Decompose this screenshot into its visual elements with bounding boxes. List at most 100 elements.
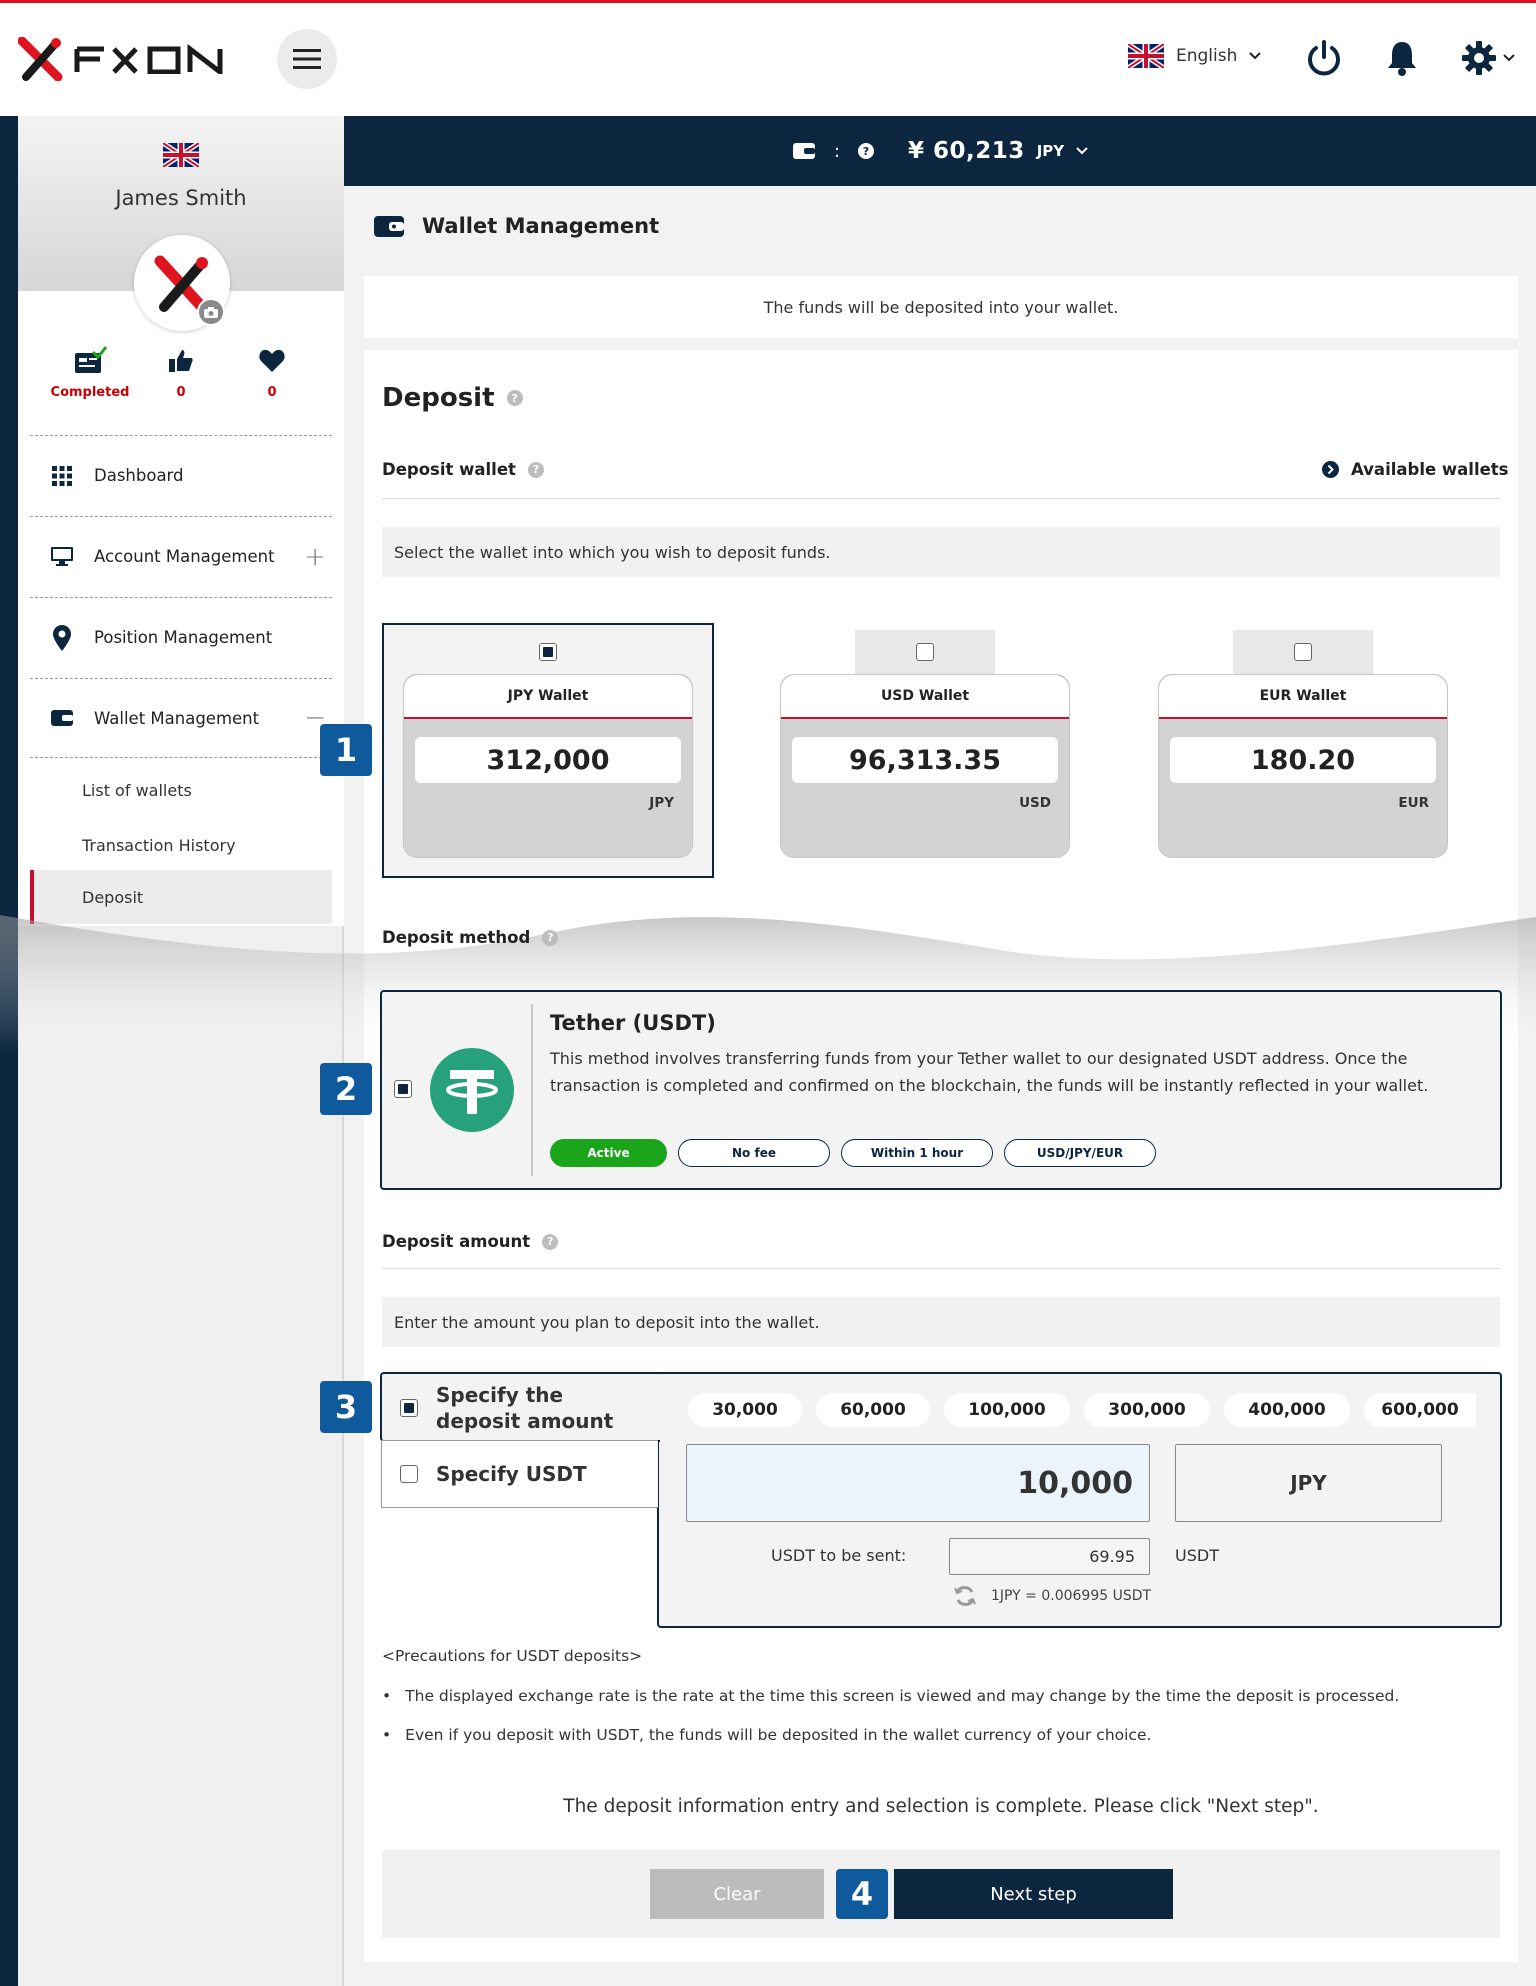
stat-favorites[interactable]: 0 xyxy=(217,345,327,400)
camera-icon[interactable] xyxy=(197,298,225,326)
deposit-amount-header: Deposit amount ? xyxy=(382,1232,1500,1251)
fxon-logo-wordmark xyxy=(74,44,223,74)
help-icon[interactable]: ? xyxy=(542,929,559,946)
precaution-text: Even if you deposit with USDT, the funds… xyxy=(405,1726,1152,1744)
hint-text: Enter the amount you plan to deposit int… xyxy=(394,1312,820,1332)
wallet-checkbox[interactable] xyxy=(916,643,934,661)
wallet-currency: EUR xyxy=(1398,795,1429,811)
deposit-amount-input[interactable]: 10,000 xyxy=(686,1444,1150,1522)
preset-amount-chip[interactable]: 600,000 xyxy=(1364,1393,1476,1427)
precautions-title: <Precautions for USDT deposits> xyxy=(382,1647,643,1665)
wallet-option-eur[interactable] xyxy=(1233,630,1373,674)
user-name: James Smith xyxy=(115,186,247,210)
currency-badge: USD/JPY/EUR xyxy=(1004,1139,1156,1167)
clear-button[interactable]: Clear xyxy=(650,1869,824,1919)
settings-button[interactable] xyxy=(1456,36,1520,80)
stat-label: Completed xyxy=(50,385,130,400)
option-checkbox[interactable] xyxy=(400,1399,418,1417)
menu-icon xyxy=(293,49,321,69)
option-specify-amount[interactable]: Specify the deposit amount xyxy=(400,1382,613,1434)
wallet-name: USD Wallet xyxy=(781,675,1069,719)
stat-value: 0 xyxy=(267,385,277,400)
divider xyxy=(382,1268,1500,1269)
wallet-card-jpy[interactable]: JPY Wallet 312,000 JPY xyxy=(403,674,693,858)
sidebar-subitem-list-of-wallets[interactable]: List of wallets xyxy=(30,765,332,815)
chevron-right-circle-icon xyxy=(1322,461,1339,478)
wallet-card-usd[interactable]: USD Wallet 96,313.35 USD xyxy=(780,674,1070,858)
bullet: • xyxy=(382,1726,392,1744)
wallet-hint: Select the wallet into which you wish to… xyxy=(382,527,1500,577)
deposit-method-header: Deposit method ? xyxy=(382,928,1500,947)
sidebar-subitem-transaction-history[interactable]: Transaction History xyxy=(30,820,332,870)
tether-logo-icon xyxy=(430,1048,514,1136)
sidebar-item-wallet-management[interactable]: Wallet Management − xyxy=(30,678,332,758)
wallet-icon xyxy=(48,709,76,727)
wallet-currency: USD xyxy=(1019,795,1051,811)
language-selector[interactable]: English xyxy=(1128,44,1262,68)
sidebar-subitem-label: Deposit xyxy=(82,887,144,907)
help-icon[interactable]: ? xyxy=(857,143,874,159)
option-label: Specify the deposit amount xyxy=(436,1382,613,1434)
preset-amount-chip[interactable]: 400,000 xyxy=(1224,1393,1350,1427)
wallet-balance: 96,313.35 xyxy=(792,737,1058,783)
power-button[interactable] xyxy=(1302,36,1346,80)
wallet-option-usd[interactable] xyxy=(855,630,995,674)
preset-amount-chip[interactable]: 300,000 xyxy=(1084,1393,1210,1427)
sidebar-item-position-management[interactable]: Position Management xyxy=(30,597,332,677)
sidebar-item-label: Position Management xyxy=(94,628,273,647)
precaution-item: • The displayed exchange rate is the rate… xyxy=(382,1687,1399,1705)
grid-icon xyxy=(48,465,76,486)
help-icon[interactable]: ? xyxy=(527,461,544,478)
preset-amount-chip[interactable]: 30,000 xyxy=(688,1393,802,1427)
expand-icon[interactable]: + xyxy=(304,542,326,572)
sidebar-subitem-label: Transaction History xyxy=(82,835,236,855)
wallet-balance: 180.20 xyxy=(1170,737,1436,783)
wallet-name: JPY Wallet xyxy=(404,675,692,719)
wallet-checkbox[interactable] xyxy=(539,643,557,661)
help-icon[interactable]: ? xyxy=(506,390,523,406)
exchange-rate: 1JPY = 0.006995 USDT xyxy=(953,1584,1151,1608)
usdt-amount-field: 69.95 xyxy=(949,1538,1150,1575)
preset-amount-chip[interactable]: 100,000 xyxy=(944,1393,1070,1427)
option-specify-usdt[interactable]: Specify USDT xyxy=(400,1462,587,1486)
sidebar-item-account-management[interactable]: Account Management + xyxy=(30,516,332,596)
page-title: Wallet Management xyxy=(374,214,659,238)
method-title: Tether (USDT) xyxy=(550,1011,716,1035)
divider xyxy=(531,1004,533,1176)
chevron-down-icon[interactable] xyxy=(1076,147,1088,155)
wallet-checkbox-area xyxy=(1233,630,1373,674)
section-label: Deposit method xyxy=(382,928,531,947)
step-marker: 2 xyxy=(320,1063,372,1115)
info-banner: The funds will be deposited into your wa… xyxy=(364,276,1518,338)
balance-currency[interactable]: JPY xyxy=(1037,142,1064,160)
method-checkbox[interactable] xyxy=(394,1080,412,1098)
deposit-currency-field: JPY xyxy=(1175,1444,1442,1522)
banner-separator: : xyxy=(833,140,840,162)
preset-amount-chip[interactable]: 60,000 xyxy=(816,1393,930,1427)
refresh-icon[interactable] xyxy=(953,1584,977,1608)
sidebar-subitem-deposit[interactable]: Deposit xyxy=(30,870,332,924)
notifications-button[interactable] xyxy=(1380,36,1424,80)
uk-flag-icon xyxy=(1128,44,1164,68)
wallet-option-jpy[interactable] xyxy=(478,630,618,674)
wallet-card-eur[interactable]: EUR Wallet 180.20 EUR xyxy=(1158,674,1448,858)
wallet-checkbox[interactable] xyxy=(1294,643,1312,661)
help-icon[interactable]: ? xyxy=(542,1233,559,1250)
rate-text: 1JPY = 0.006995 USDT xyxy=(991,1588,1152,1604)
available-wallets-link[interactable]: Available wallets xyxy=(1322,460,1509,479)
option-label: Specify USDT xyxy=(436,1462,587,1486)
wallet-checkbox-area xyxy=(478,630,618,674)
amount-hint: Enter the amount you plan to deposit int… xyxy=(382,1297,1500,1347)
time-badge: Within 1 hour xyxy=(841,1139,993,1167)
info-text: The funds will be deposited into your wa… xyxy=(763,297,1119,317)
fxon-logo[interactable] xyxy=(18,36,224,82)
menu-button[interactable] xyxy=(277,29,337,89)
next-step-button[interactable]: Next step xyxy=(894,1869,1173,1919)
uk-flag-icon xyxy=(161,140,201,171)
precaution-text: The displayed exchange rate is the rate … xyxy=(405,1687,1400,1705)
sidebar-edge xyxy=(0,116,18,1986)
option-checkbox[interactable] xyxy=(400,1465,418,1483)
fee-badge: No fee xyxy=(678,1139,830,1167)
sidebar-item-dashboard[interactable]: Dashboard xyxy=(30,435,332,515)
step-marker: 4 xyxy=(836,1869,888,1919)
